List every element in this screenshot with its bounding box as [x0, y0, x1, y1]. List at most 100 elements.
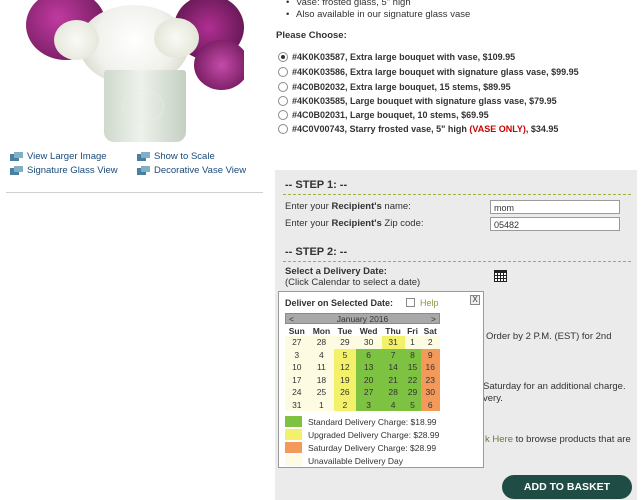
signature-glass-view-link[interactable]: Signature Glass View — [10, 165, 118, 176]
weekday-header: Sun — [288, 325, 305, 336]
calendar-day[interactable]: 5 — [334, 348, 356, 361]
weekday-header: Tue — [337, 325, 353, 336]
weekday-header: Wed — [359, 325, 378, 336]
calendar-day: 2 — [420, 336, 440, 349]
weekday-header: Mon — [312, 325, 331, 336]
option-4C0B02032[interactable]: #4C0B02032, Extra large bouquet, 15 stem… — [278, 82, 511, 92]
calendar-day: 1 — [308, 398, 335, 411]
link-label: Show to Scale — [154, 151, 215, 162]
calendar-day[interactable]: 5 — [404, 398, 421, 411]
calendar-day: 11 — [308, 361, 335, 374]
calendar-day: 25 — [308, 386, 335, 399]
calendar-icon[interactable] — [494, 270, 507, 282]
step2-title: -- STEP 2: -- — [285, 246, 348, 258]
option-radio[interactable] — [278, 67, 288, 77]
browse-text: k Here to browse products that are — [485, 434, 631, 445]
close-icon[interactable]: X — [470, 295, 480, 305]
calendar-day[interactable]: 3 — [355, 398, 382, 411]
prev-month-button[interactable]: < — [289, 314, 294, 324]
option-label: #4C0V00743, Starry frosted vase, 5" high… — [292, 124, 559, 134]
calendar-day[interactable]: 19 — [334, 373, 356, 386]
calendar-day[interactable]: 31 — [381, 336, 405, 349]
option-4C0V00743[interactable]: #4C0V00743, Starry frosted vase, 5" high… — [278, 124, 558, 134]
calendar-day[interactable]: 8 — [404, 348, 421, 361]
calendar-day[interactable]: 29 — [404, 386, 421, 399]
signature-glass-link-wrap[interactable]: Signature Glass View — [10, 165, 118, 176]
view-larger-image-link-wrap[interactable]: View Larger Image — [10, 151, 107, 162]
calendar-day: 18 — [308, 373, 335, 386]
recipient-name-input[interactable]: mom — [490, 200, 620, 214]
calendar-day[interactable]: 6 — [355, 348, 382, 361]
calendar-day: 27 — [285, 336, 309, 349]
calendar-day[interactable]: 6 — [420, 398, 440, 411]
calendar-day[interactable]: 23 — [420, 373, 440, 386]
calendar-day: 10 — [285, 361, 309, 374]
option-4K0K03586[interactable]: #4K0K03586, Extra large bouquet with sig… — [278, 67, 579, 77]
weekday-header: Thu — [385, 325, 401, 336]
calendar-day: 4 — [308, 348, 335, 361]
calendar-day[interactable]: 13 — [355, 361, 382, 374]
option-label: #4K0K03586, Extra large bouquet with sig… — [292, 67, 579, 77]
month-bar: < January 2016 > — [285, 313, 440, 324]
decorative-vase-link-wrap[interactable]: Decorative Vase View — [137, 165, 246, 176]
select-date-label: Select a Delivery Date: — [285, 266, 387, 277]
calendar-day: 3 — [285, 348, 309, 361]
option-label: #4K0K03587, Extra large bouquet with vas… — [292, 52, 516, 62]
click-here-link[interactable]: k Here — [485, 434, 513, 445]
scale-icon — [137, 151, 150, 161]
weekday-header: Fri — [407, 325, 418, 336]
calendar-day[interactable]: 7 — [381, 348, 405, 361]
option-radio[interactable] — [278, 110, 288, 120]
link-label: Decorative Vase View — [154, 165, 247, 176]
calendar-day[interactable]: 15 — [404, 361, 421, 374]
calendar-day[interactable]: 22 — [404, 373, 421, 386]
help-checkbox[interactable] — [406, 298, 415, 307]
calendar-day[interactable]: 20 — [355, 373, 382, 386]
help-link[interactable]: Help — [420, 298, 439, 308]
legend-upgraded: Upgraded Delivery Charge: $28.99 — [285, 429, 439, 440]
calendar-day[interactable]: 27 — [355, 386, 382, 399]
delivery-calendar-popup: Deliver on Selected Date: Help X < Janua… — [278, 291, 484, 468]
recipient-zip-input[interactable]: 05482 — [490, 217, 620, 231]
calendar-day[interactable]: 12 — [334, 361, 356, 374]
calendar-day[interactable]: 4 — [381, 398, 405, 411]
option-label: #4C0B02032, Extra large bouquet, 15 stem… — [292, 82, 511, 92]
left-divider — [6, 192, 263, 193]
option-4C0B02031[interactable]: #4C0B02031, Large bouquet, 10 stems, $69… — [278, 110, 489, 120]
calendar-day[interactable]: 30 — [420, 386, 440, 399]
calendar-day[interactable]: 16 — [420, 361, 440, 374]
next-month-button[interactable]: > — [431, 314, 436, 324]
show-to-scale-link-wrap[interactable]: Show to Scale — [137, 151, 215, 162]
calendar-grid: Sun Mon Tue Wed Thu Fri Sat 27 28 29 30 31 1 2 3 4 5 6 7 8… — [285, 325, 440, 411]
option-radio[interactable] — [278, 124, 288, 134]
calendar-week: 10 11 12 13 14 15 16 — [285, 361, 440, 374]
product-image — [24, 0, 244, 143]
calendar-header: Deliver on Selected Date: — [285, 298, 394, 308]
option-4K0K03587[interactable]: #4K0K03587, Extra large bouquet with vas… — [278, 52, 515, 62]
option-radio[interactable] — [278, 82, 288, 92]
view-larger-image-link[interactable]: View Larger Image — [10, 151, 107, 162]
option-radio[interactable] — [278, 96, 288, 106]
glass-view-icon — [10, 165, 23, 175]
option-radio[interactable] — [278, 52, 288, 62]
calendar-day[interactable]: 9 — [420, 348, 440, 361]
recipient-name-label: Enter your Recipient's name: — [285, 201, 411, 212]
show-to-scale-link[interactable]: Show to Scale — [137, 151, 215, 162]
detail-bullet: Vase: frosted glass, 5" high — [286, 0, 411, 8]
delivery-text: very. — [483, 393, 503, 404]
option-4K0K03585[interactable]: #4K0K03585, Large bouquet with signature… — [278, 96, 557, 106]
calendar-day[interactable]: 28 — [381, 386, 405, 399]
calendar-day[interactable]: 21 — [381, 373, 405, 386]
calendar-day[interactable]: 26 — [334, 386, 356, 399]
calendar-week: 3456789 — [285, 348, 440, 361]
add-to-basket-button[interactable]: ADD TO BASKET — [502, 475, 632, 499]
decorative-vase-view-link[interactable]: Decorative Vase View — [137, 165, 246, 176]
calendar-day[interactable]: 14 — [381, 361, 405, 374]
calendar-week: 31 1 2 3 4 5 6 — [285, 398, 440, 411]
detail-bullet: Also available in our signature glass va… — [286, 9, 470, 20]
legend-standard: Standard Delivery Charge: $18.99 — [285, 416, 437, 427]
calendar-day: 28 — [308, 336, 335, 349]
step-divider — [283, 194, 631, 195]
calendar-day[interactable]: 2 — [334, 398, 356, 411]
calendar-day: 29 — [334, 336, 356, 349]
